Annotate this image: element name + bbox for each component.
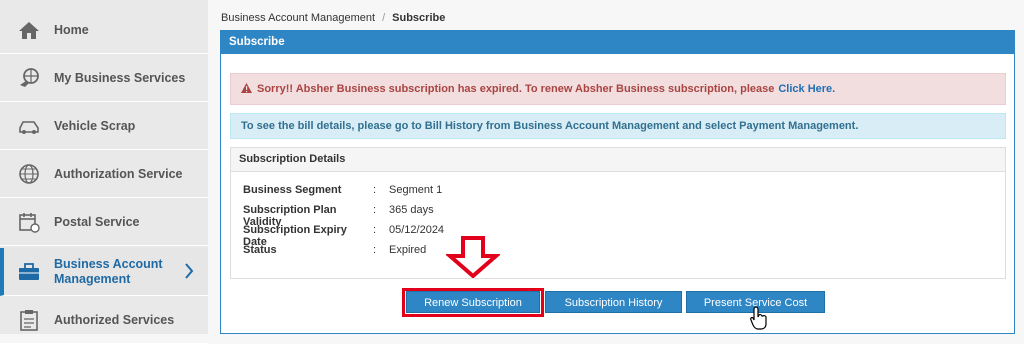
- bill-info-text: To see the bill details, please go to Bi…: [241, 120, 859, 132]
- sidebar-item-label: Home: [54, 22, 89, 37]
- detail-row: Status : Expired: [243, 244, 426, 256]
- breadcrumb-current: Subscribe: [392, 12, 446, 24]
- sidebar-item-authorized-services[interactable]: Authorized Services: [0, 297, 208, 344]
- sidebar-item-label: Vehicle Scrap: [54, 118, 136, 133]
- clipboard-icon: [16, 307, 42, 333]
- sidebar-item-label: Business Account Management: [54, 256, 163, 286]
- subscription-history-button[interactable]: Subscription History: [545, 291, 682, 313]
- detail-key: Business Segment: [243, 184, 342, 196]
- hand-cursor-icon: [750, 306, 768, 335]
- sidebar-item-label: Authorized Services: [54, 312, 175, 327]
- sidebar: Home My Business Services Vehicle Scrap …: [0, 0, 208, 344]
- sidebar-item-home[interactable]: Home: [0, 7, 208, 54]
- down-arrow-icon: [444, 236, 502, 283]
- sidebar-item-label: Postal Service: [54, 214, 140, 229]
- bill-info-alert: To see the bill details, please go to Bi…: [230, 113, 1006, 139]
- detail-colon: :: [373, 184, 377, 196]
- sidebar-item-postal-service[interactable]: Postal Service: [0, 199, 208, 246]
- chevron-right-icon: [184, 262, 194, 285]
- sidebar-item-label: My Business Services: [54, 70, 186, 85]
- subscription-details-title: Subscription Details: [231, 148, 1005, 172]
- globe-hand-icon: [16, 65, 42, 91]
- home-icon: [16, 17, 42, 43]
- globe-icon: [16, 161, 42, 187]
- warning-icon: [241, 82, 252, 96]
- sidebar-item-label: Authorization Service: [54, 166, 183, 181]
- calendar-icon: [16, 209, 42, 235]
- click-here-link[interactable]: Click Here: [778, 83, 832, 95]
- sidebar-item-authorization-service[interactable]: Authorization Service: [0, 151, 208, 198]
- detail-row: Business Segment : Segment 1: [243, 184, 442, 196]
- sidebar-item-my-business-services[interactable]: My Business Services: [0, 55, 208, 102]
- car-icon: [16, 113, 42, 139]
- expired-alert-text: Sorry!! Absher Business subscription has…: [257, 83, 775, 95]
- expired-alert: Sorry!! Absher Business subscription has…: [230, 73, 1006, 105]
- breadcrumb: Business Account Management / Subscribe: [221, 12, 445, 24]
- sidebar-item-business-account-management[interactable]: Business Account Management: [0, 248, 208, 296]
- detail-value: Expired: [389, 244, 427, 256]
- sidebar-item-vehicle-scrap[interactable]: Vehicle Scrap: [0, 103, 208, 150]
- breadcrumb-parent[interactable]: Business Account Management: [221, 12, 375, 24]
- expired-alert-end: .: [832, 83, 836, 95]
- detail-key: Status: [243, 244, 277, 256]
- breadcrumb-separator: /: [382, 12, 386, 24]
- panel-title: Subscribe: [221, 31, 1014, 54]
- subscription-details: Subscription Details Business Segment : …: [230, 147, 1006, 279]
- renew-subscription-button[interactable]: Renew Subscription: [406, 291, 540, 313]
- briefcase-icon: [16, 259, 42, 285]
- detail-value: Segment 1: [389, 184, 443, 196]
- subscribe-panel: Subscribe Sorry!! Absher Business subscr…: [220, 30, 1015, 334]
- detail-colon: :: [373, 244, 377, 256]
